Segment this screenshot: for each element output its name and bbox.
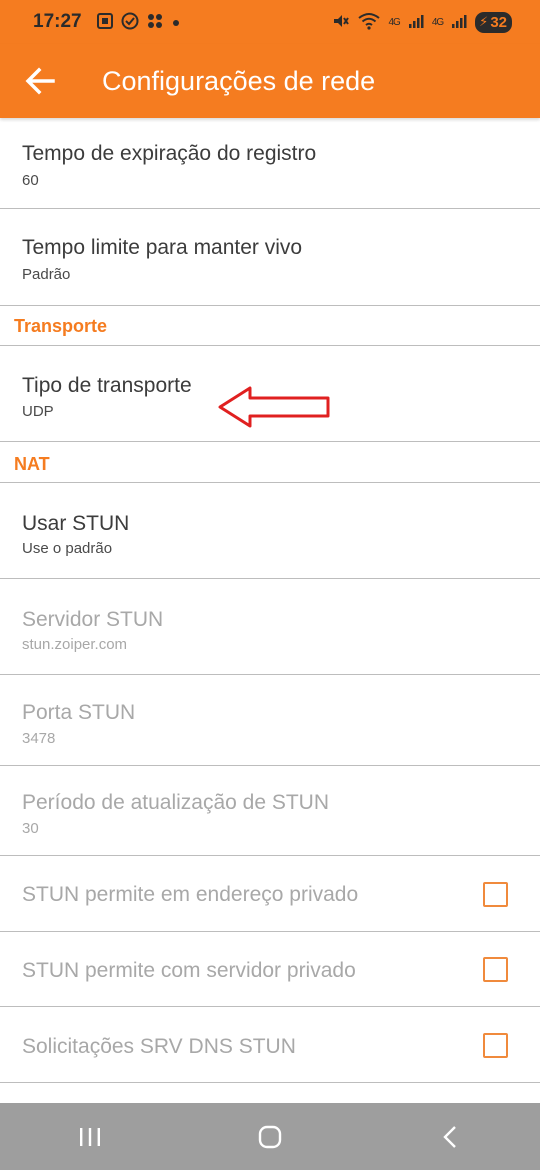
setting-value: 3478 [22, 730, 56, 747]
dot-icon [171, 14, 181, 31]
section-header-nat: NAT [0, 442, 540, 483]
page-title: Configurações de rede [102, 65, 376, 96]
checkbox-stun-private-server[interactable] [483, 957, 508, 982]
network-4g-label-2: 4G [431, 16, 444, 28]
signal-icon [408, 13, 424, 32]
setting-title: STUN permite com servidor privado [22, 959, 356, 982]
setting-title: Tipo de transporte [22, 374, 192, 397]
setting-title: Tempo limite para manter vivo [22, 236, 303, 259]
setting-use-stun[interactable]: Usar STUN Use o padrão [0, 483, 540, 579]
setting-value: Use o padrão [22, 540, 113, 557]
setting-registration-expiry[interactable]: Tempo de expiração do registro 60 [0, 118, 540, 209]
battery-level: 32 [490, 13, 507, 31]
setting-value: Padrão [22, 266, 71, 283]
setting-title: Solicitações SRV DNS STUN [22, 1035, 296, 1058]
arrow-back-icon [25, 67, 55, 95]
setting-value: stun.zoiper.com [22, 636, 128, 653]
section-title: Transporte [14, 316, 108, 336]
setting-keep-alive[interactable]: Tempo limite para manter vivo Padrão [0, 209, 540, 306]
system-navigation-bar [0, 1103, 540, 1170]
check-circle-icon [121, 12, 139, 33]
checkbox-stun-srv-dns[interactable] [483, 1033, 508, 1058]
home-button[interactable] [240, 1112, 300, 1162]
setting-stun-server: Servidor STUN stun.zoiper.com [0, 579, 540, 675]
setting-transport-type[interactable]: Tipo de transporte UDP [0, 346, 540, 442]
chevron-left-icon [443, 1125, 456, 1148]
battery-indicator: ⚡ 32 [475, 11, 512, 33]
setting-value: 30 [22, 820, 39, 837]
status-system-icons: 4G 4G ⚡ 32 [332, 11, 512, 33]
apps-grid-icon [146, 12, 164, 33]
status-bar: 17:27 4G 4G ⚡ 32 [0, 0, 540, 44]
back-button[interactable] [0, 44, 80, 118]
setting-title: Tempo de expiração do registro [22, 142, 317, 165]
setting-title: Período de atualização de STUN [22, 791, 330, 814]
wifi-icon [358, 12, 381, 33]
mute-icon [332, 12, 350, 33]
screenshot-icon [96, 12, 114, 33]
setting-title: Usar STUN [22, 512, 130, 535]
setting-title: Porta STUN [22, 701, 136, 724]
setting-value: UDP [22, 403, 54, 420]
section-header-transport: Transporte [0, 306, 540, 346]
status-time: 17:27 [33, 11, 82, 32]
checkbox-stun-private-address[interactable] [483, 882, 508, 907]
network-4g-label-1: 4G [388, 16, 400, 28]
recent-apps-button[interactable] [60, 1112, 120, 1162]
annotation-arrow-icon [218, 386, 330, 428]
setting-stun-private-server: STUN permite com servidor privado [0, 932, 540, 1007]
section-title: NAT [14, 454, 50, 474]
back-nav-button[interactable] [420, 1112, 480, 1162]
setting-stun-port: Porta STUN 3478 [0, 675, 540, 766]
setting-stun-refresh-period: Período de atualização de STUN 30 [0, 766, 540, 856]
app-bar: Configurações de rede [0, 44, 540, 118]
setting-stun-private-address: STUN permite em endereço privado [0, 856, 540, 932]
setting-value: 60 [22, 172, 39, 189]
signal-icon [451, 13, 467, 32]
setting-title: STUN permite em endereço privado [22, 883, 359, 906]
charging-bolt-icon: ⚡ [479, 14, 489, 29]
status-notification-icons [96, 12, 181, 33]
home-icon [258, 1125, 282, 1148]
setting-stun-srv-dns: Solicitações SRV DNS STUN [0, 1007, 540, 1083]
recent-apps-icon [80, 1127, 100, 1146]
setting-title: Servidor STUN [22, 608, 164, 631]
